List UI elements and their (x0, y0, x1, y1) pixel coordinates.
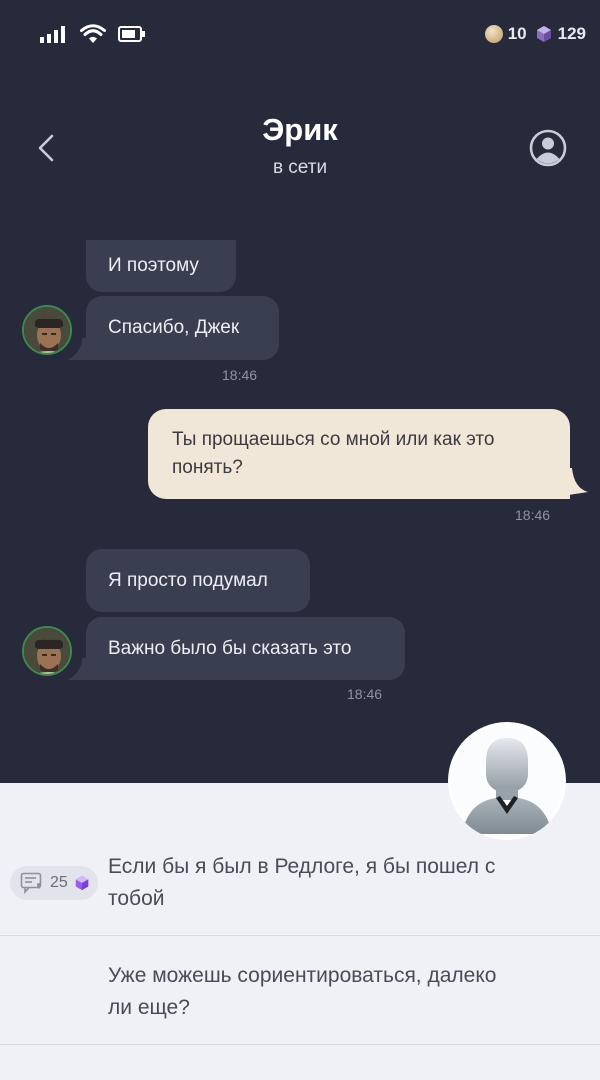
message-bubble-incoming: Я просто подумал (86, 549, 310, 612)
message-bubble-incoming: Спасибо, Джек (86, 296, 279, 360)
message-text: Я просто подумал (108, 569, 268, 591)
gem-icon (75, 875, 89, 891)
avatar-photo (24, 307, 70, 353)
message-icon (20, 872, 42, 894)
wifi-icon (80, 24, 106, 43)
coins-group: 10 (484, 24, 527, 44)
gems-count: 129 (557, 24, 586, 43)
message-time: 18:46 (515, 507, 551, 523)
choice-cost-badge: 25 (10, 866, 98, 900)
contact-avatar[interactable] (22, 626, 72, 676)
user-silhouette-icon (451, 725, 563, 837)
chat-title: Эрик (262, 112, 338, 147)
message-text: Важно было бы сказать это (108, 637, 352, 659)
coins-count: 10 (507, 24, 527, 43)
message-text: И поэтому (108, 255, 199, 276)
player-avatar (448, 722, 566, 840)
currency-display: 10 129 (484, 24, 586, 44)
message-bubble-incoming: Важно было бы сказать это (86, 617, 405, 680)
cost-value: 25 (50, 874, 68, 891)
message-bubble-incoming: И поэтому (86, 240, 236, 292)
profile-button[interactable] (528, 128, 568, 168)
message-text: Спасибо, Джек (108, 317, 240, 338)
coin-icon (484, 25, 503, 43)
choice-divider (0, 935, 600, 936)
gem-icon (536, 26, 551, 42)
status-icons-left (40, 24, 146, 44)
message-text: Ты прощаешься со мной или как это понять… (172, 429, 495, 478)
signal-icon (40, 26, 65, 43)
message-time: 18:46 (222, 367, 258, 383)
gems-group: 129 (535, 24, 586, 44)
online-status: в сети (272, 157, 328, 178)
reply-choice-1[interactable]: Если бы я был в Редлоге, я бы пошел с то… (108, 851, 558, 915)
choice-divider (0, 1044, 600, 1045)
status-bar: 10 129 (0, 0, 600, 70)
battery-icon (118, 26, 145, 42)
message-time: 18:46 (347, 686, 383, 702)
avatar-photo (24, 628, 70, 674)
reply-choice-2[interactable]: Уже можешь сориентироваться, далеко ли е… (108, 960, 558, 1024)
contact-avatar[interactable] (22, 305, 72, 355)
message-bubble-outgoing: Ты прощаешься со мной или как это понять… (148, 409, 570, 499)
user-profile-icon (529, 129, 567, 167)
